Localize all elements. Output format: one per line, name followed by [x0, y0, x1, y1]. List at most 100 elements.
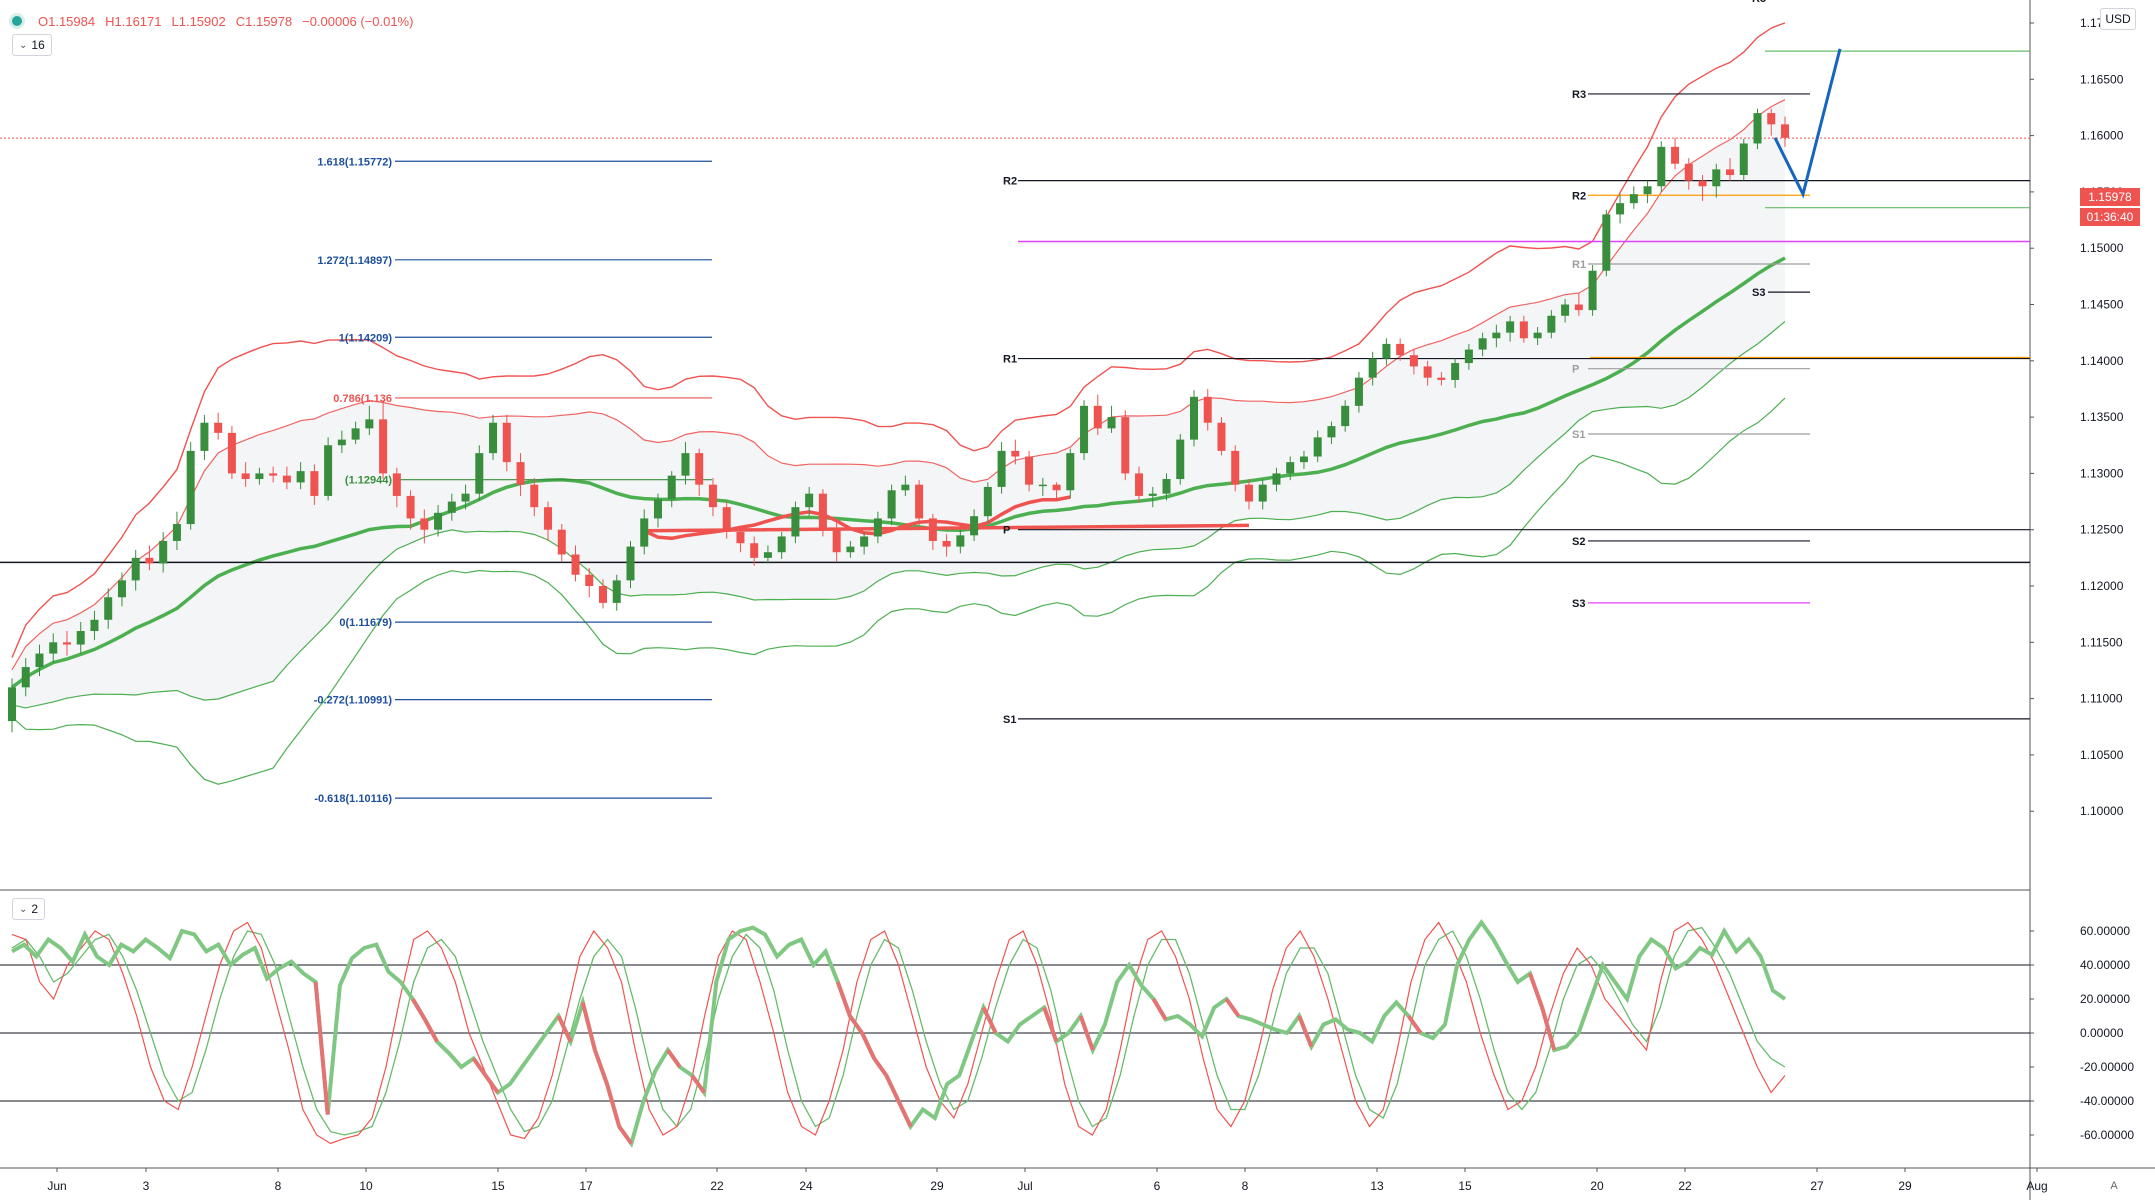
- time-tick-label: 22: [1678, 1179, 1692, 1193]
- candle-body: [255, 473, 264, 480]
- candle-body: [708, 484, 717, 508]
- candle-body: [1244, 484, 1253, 502]
- candle-body: [434, 512, 443, 530]
- candle-body: [557, 529, 566, 555]
- time-tick-label: 15: [1458, 1179, 1472, 1193]
- candle-body: [818, 493, 827, 530]
- candle-body: [365, 419, 374, 429]
- fib-level-label: 0(1.11679): [339, 617, 392, 629]
- ohlc-high: H1.16171: [105, 13, 162, 29]
- candle-body: [695, 453, 704, 485]
- candle-body: [1684, 163, 1693, 181]
- candle-body: [1698, 180, 1707, 187]
- candle-body: [736, 531, 745, 544]
- candle-body: [873, 518, 882, 537]
- candle-body: [296, 471, 305, 483]
- candle-body: [1272, 473, 1281, 485]
- candle-body: [1671, 146, 1680, 164]
- candle-body: [475, 453, 484, 494]
- pivot-label-weekly: P: [1572, 364, 1579, 376]
- pivot-label-weekly: S3: [1752, 287, 1765, 299]
- time-tick-label: Aug: [2026, 1179, 2047, 1193]
- candle-body: [489, 422, 498, 454]
- time-tick-label: 29: [930, 1179, 944, 1193]
- candle-body: [1121, 417, 1130, 474]
- candle-body: [1025, 456, 1034, 485]
- time-tick-label: Jul: [1017, 1179, 1032, 1193]
- fib-level-label: 1.618(1.15772): [317, 156, 392, 168]
- candle-body: [1354, 377, 1363, 406]
- candle-body: [21, 667, 30, 688]
- candle-body: [1382, 343, 1391, 359]
- candle-body: [1409, 355, 1418, 367]
- candle-body: [599, 586, 607, 603]
- chart-canvas[interactable]: 1.170001.165001.160001.155001.150001.145…: [0, 0, 2155, 1200]
- candle-body: [461, 493, 470, 502]
- candle-body: [1781, 124, 1789, 138]
- auto-scale-button[interactable]: A: [2104, 1176, 2124, 1196]
- candle-body: [1148, 493, 1157, 496]
- candle-body: [1135, 473, 1144, 496]
- time-tick-label: 20: [1590, 1179, 1604, 1193]
- ohlc-change: −0.00006 (−0.01%): [302, 13, 414, 29]
- pivot-label-weekly: S2: [1572, 536, 1585, 548]
- candle-body: [1561, 304, 1570, 316]
- candle-body: [1643, 186, 1652, 195]
- candle-body: [502, 422, 511, 463]
- main-indicators-toggle[interactable]: ⌄ 16: [12, 34, 52, 56]
- candle-body: [214, 422, 223, 433]
- candle-body: [516, 462, 525, 485]
- candle-body: [585, 574, 594, 586]
- candle-body: [1464, 349, 1473, 364]
- candle-body: [956, 535, 965, 547]
- price-tick-label: 1.12000: [2080, 579, 2124, 593]
- candle-body: [90, 619, 99, 632]
- candle-body: [887, 490, 896, 519]
- candle-body: [1657, 146, 1666, 187]
- candle-body: [928, 518, 937, 541]
- candle-body: [200, 422, 209, 451]
- candle-body: [186, 450, 195, 525]
- currency-button[interactable]: USD: [2100, 8, 2136, 30]
- price-tick-label: 1.16000: [2080, 129, 2124, 143]
- candle-body: [379, 419, 388, 474]
- candle-body: [626, 546, 635, 581]
- ohlc-low: L1.15902: [171, 13, 226, 29]
- candle-body: [750, 543, 759, 558]
- candle-body: [282, 475, 291, 483]
- candle-body: [1080, 405, 1089, 454]
- candle-body: [1451, 363, 1460, 380]
- time-tick-label: 24: [799, 1179, 813, 1193]
- oscillator-indicators-toggle[interactable]: ⌄ 2: [12, 898, 46, 920]
- candle-body: [1437, 377, 1446, 380]
- candle-body: [1286, 462, 1295, 474]
- candle-body: [1327, 426, 1336, 438]
- chevron-down-icon: ⌄: [19, 39, 28, 51]
- pivot-label-weekly: S1: [1572, 429, 1585, 441]
- pivot-label-weekly: R3: [1752, 0, 1766, 5]
- osc-tick-label: -40.00000: [2080, 1094, 2134, 1108]
- candle-body: [1313, 437, 1322, 457]
- candle-body: [530, 484, 539, 508]
- candle-body: [35, 653, 44, 668]
- symbol-status-icon: [12, 16, 22, 26]
- time-tick-label: 29: [1898, 1179, 1912, 1193]
- bar-countdown-tag: 01:36:40: [2080, 208, 2140, 226]
- main-indicators-count: 16: [31, 38, 45, 52]
- candle-body: [62, 642, 71, 645]
- pivot-label-weekly: R3: [1572, 89, 1586, 101]
- candle-body: [227, 432, 236, 474]
- candle-body: [571, 554, 580, 575]
- time-tick-label: 22: [710, 1179, 724, 1193]
- candle-body: [791, 507, 800, 537]
- candle-body: [1231, 450, 1240, 485]
- candle-body: [49, 642, 58, 654]
- candle-body: [159, 540, 168, 564]
- pivot-label-weekly: S3: [1572, 598, 1585, 610]
- price-tick-label: 1.12500: [2080, 523, 2124, 537]
- fib-level-label: 0.786(1.136: [333, 393, 392, 405]
- candle-body: [667, 475, 676, 500]
- candle-body: [1396, 343, 1405, 356]
- ohlc-open: O1.15984: [38, 13, 96, 29]
- candle-body: [324, 445, 333, 496]
